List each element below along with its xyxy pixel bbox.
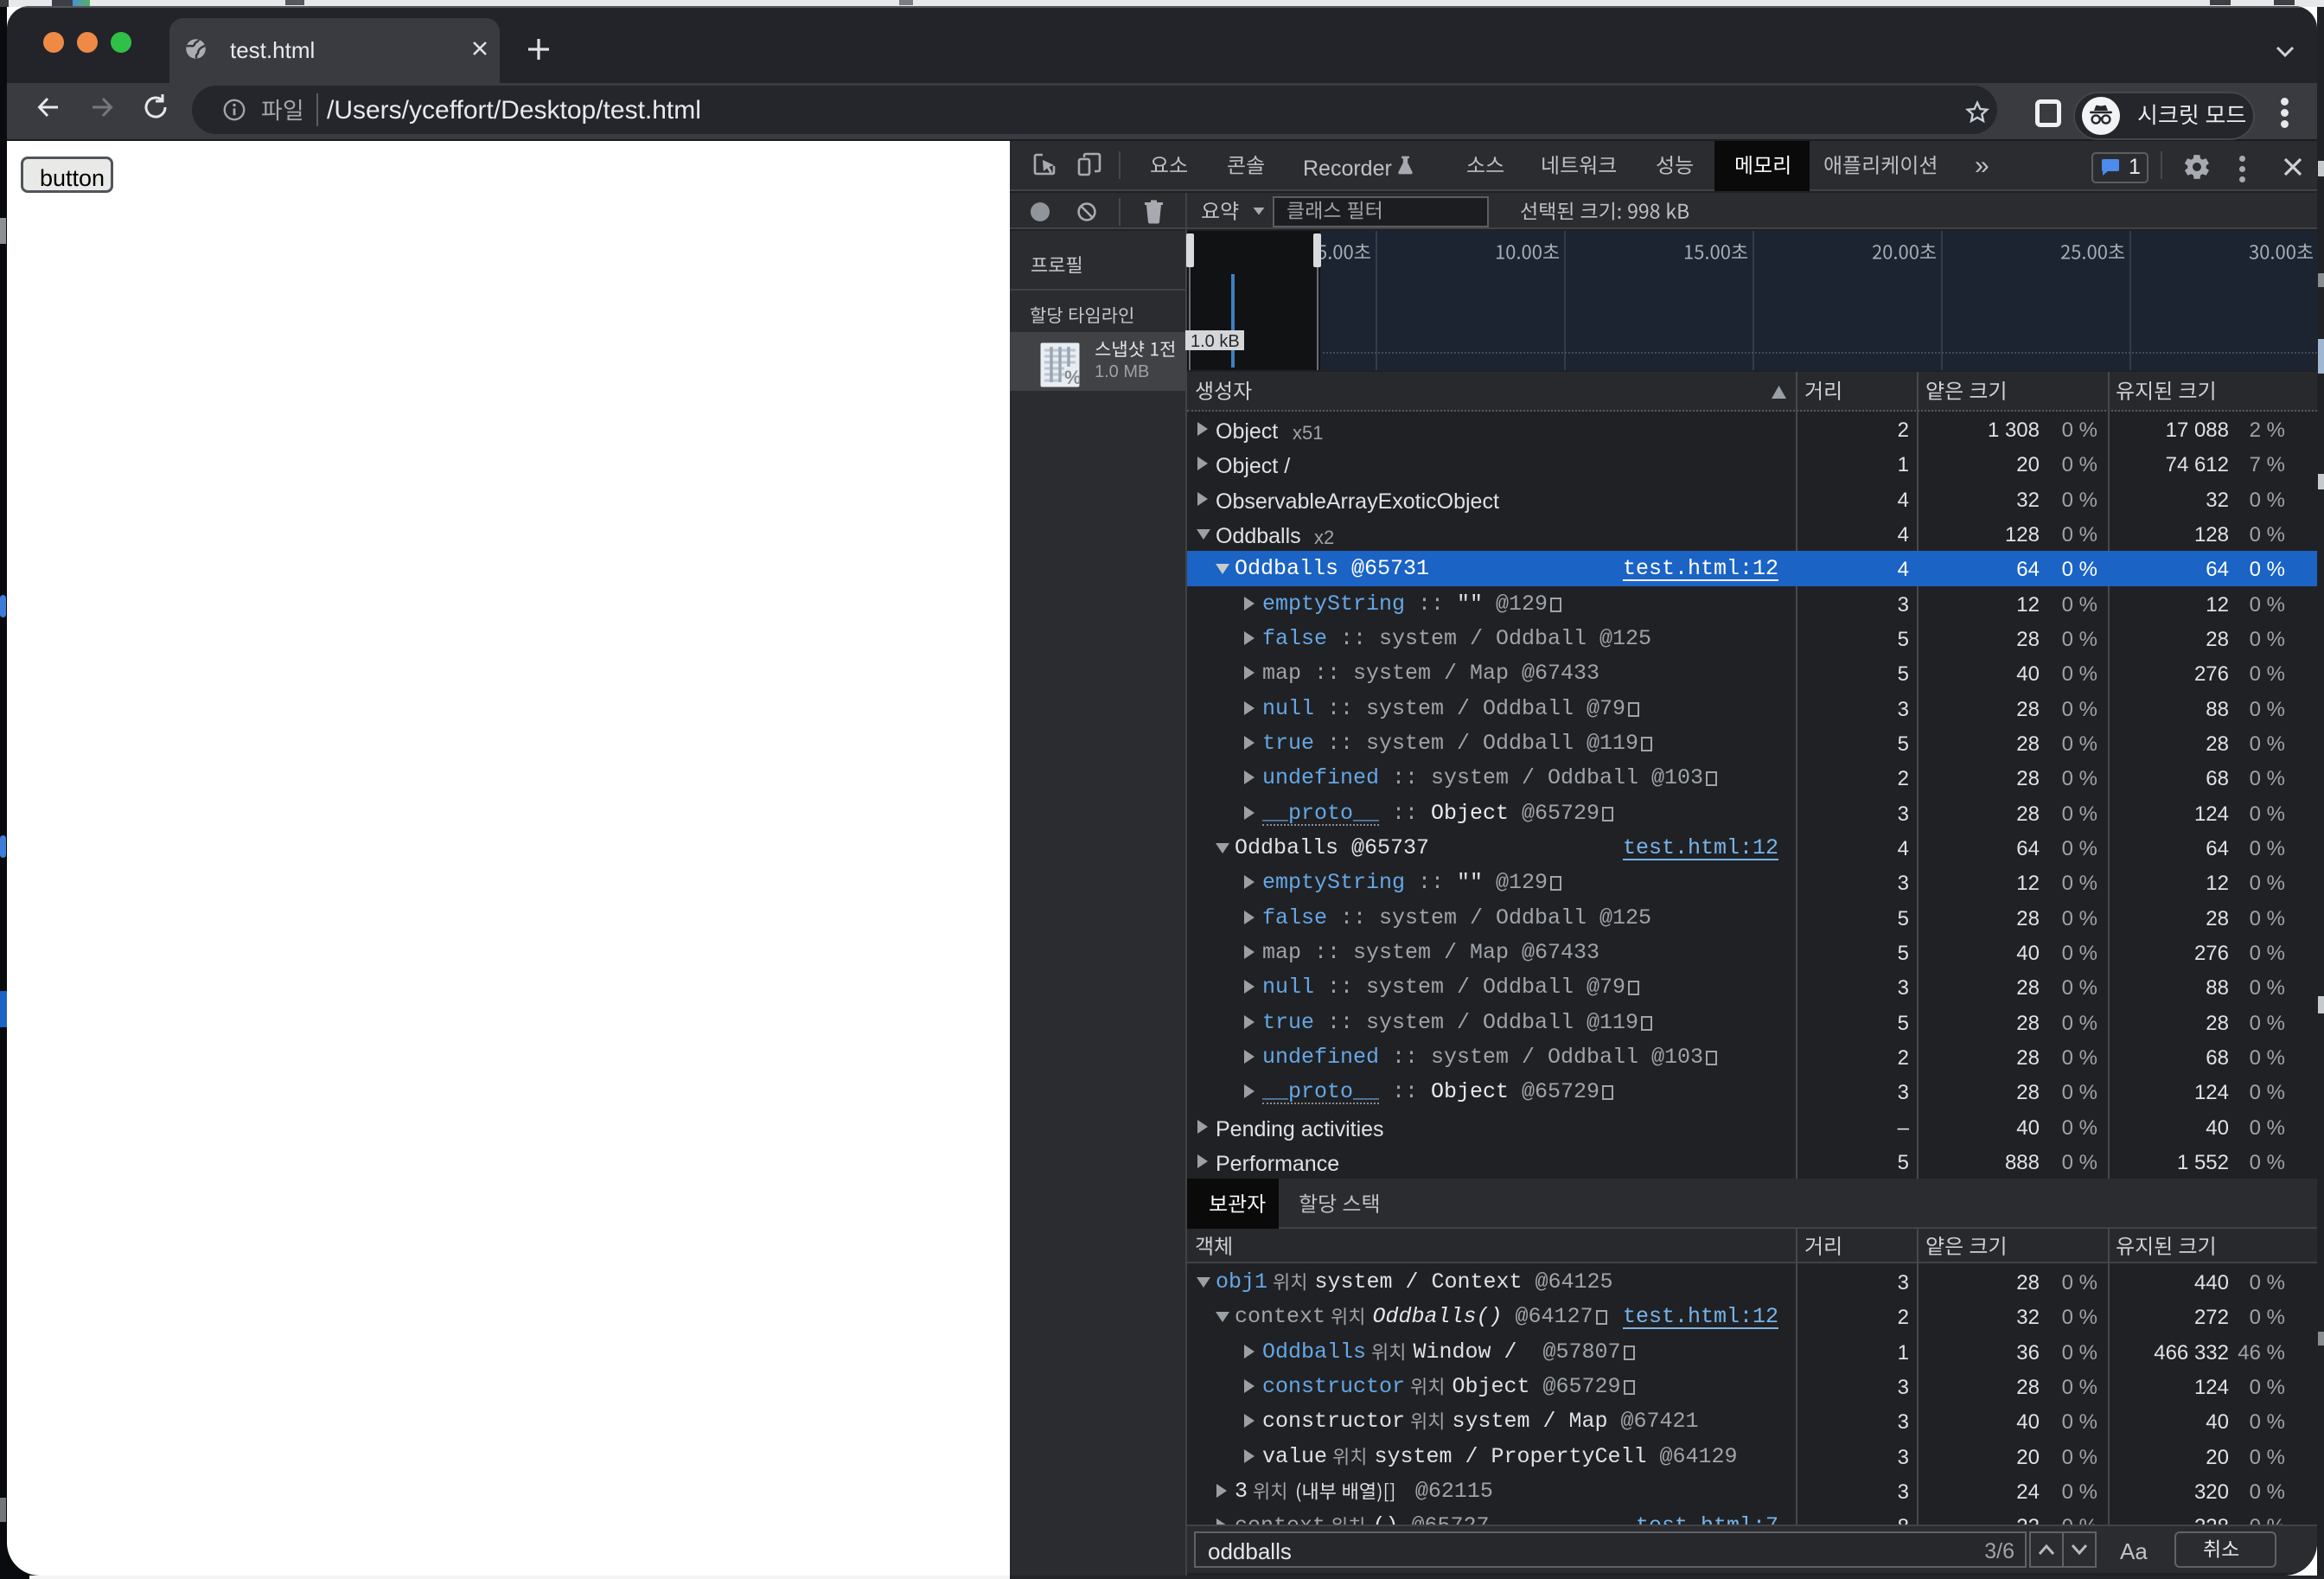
svg-text:%: %: [1064, 367, 1080, 387]
